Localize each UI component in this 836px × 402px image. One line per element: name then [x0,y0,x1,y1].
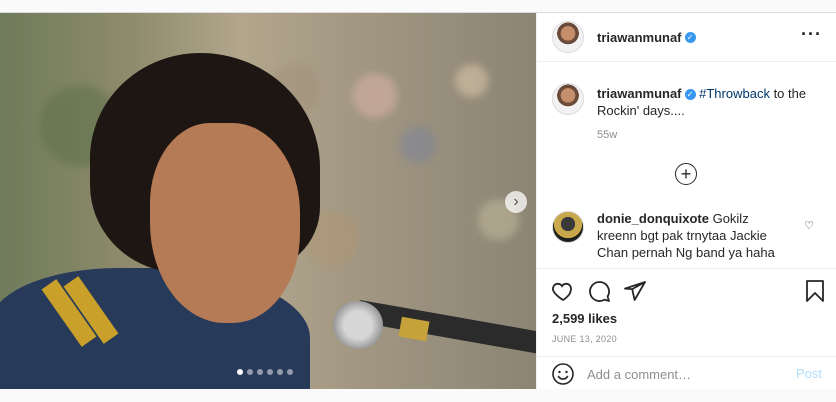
heart-icon[interactable] [551,279,575,303]
post-actions: 2,599 likes JUNE 13, 2020 Post [537,268,836,389]
chevron-right-icon[interactable]: › [505,191,527,213]
author-username[interactable]: triawanmunaf [597,30,682,45]
author-avatar[interactable] [552,21,584,53]
verified-badge-icon: ✓ [684,32,696,44]
commenter-avatar[interactable] [552,211,584,243]
carousel-dot [267,369,273,375]
add-circle-icon[interactable]: + [675,163,697,185]
likes-count[interactable]: 2,599 likes [552,311,617,326]
carousel-dot [247,369,253,375]
photo-face [150,123,300,323]
post-photo[interactable]: › [0,13,536,389]
photo-microphone-head [333,301,383,349]
caption-username[interactable]: triawanmunaf [597,86,682,101]
comment-input[interactable] [587,363,787,385]
bookmark-icon[interactable] [803,279,827,303]
post-comment-button[interactable]: Post [796,366,822,381]
comment-icon[interactable] [587,279,611,303]
more-options-icon[interactable]: ··· [801,24,822,45]
carousel-dot [237,369,243,375]
comment-like-heart-icon[interactable]: ♡ [804,219,814,232]
post-date[interactable]: JUNE 13, 2020 [552,334,617,344]
share-icon[interactable] [623,279,647,303]
post-time-ago[interactable]: 55w [597,129,617,141]
comment: donie_donquixote Gokilz kreenn bgt pak t… [597,210,792,261]
post-sidebar: triawanmunaf ✓ ··· triawanmunaf ✓ #Throwba… [536,13,836,389]
post-header: triawanmunaf ✓ ··· [537,13,836,62]
carousel-dot [277,369,283,375]
emoji-icon[interactable] [551,362,575,386]
carousel-dot [257,369,263,375]
author-name-wrap: triawanmunaf ✓ [597,29,696,47]
caption-hashtag[interactable]: #Throwback [699,86,770,101]
caption: triawanmunaf ✓ #Throwback to the Rockin' … [597,85,822,119]
comment-username[interactable]: donie_donquixote [597,211,709,226]
verified-badge-icon: ✓ [684,89,696,101]
caption-avatar[interactable] [552,83,584,115]
carousel-indicator [237,369,293,375]
carousel-dot [287,369,293,375]
add-comment-bar: Post [537,356,836,390]
instagram-post: › triawanmunaf ✓ ··· triawanmunaf ✓ #Throw… [0,12,836,389]
